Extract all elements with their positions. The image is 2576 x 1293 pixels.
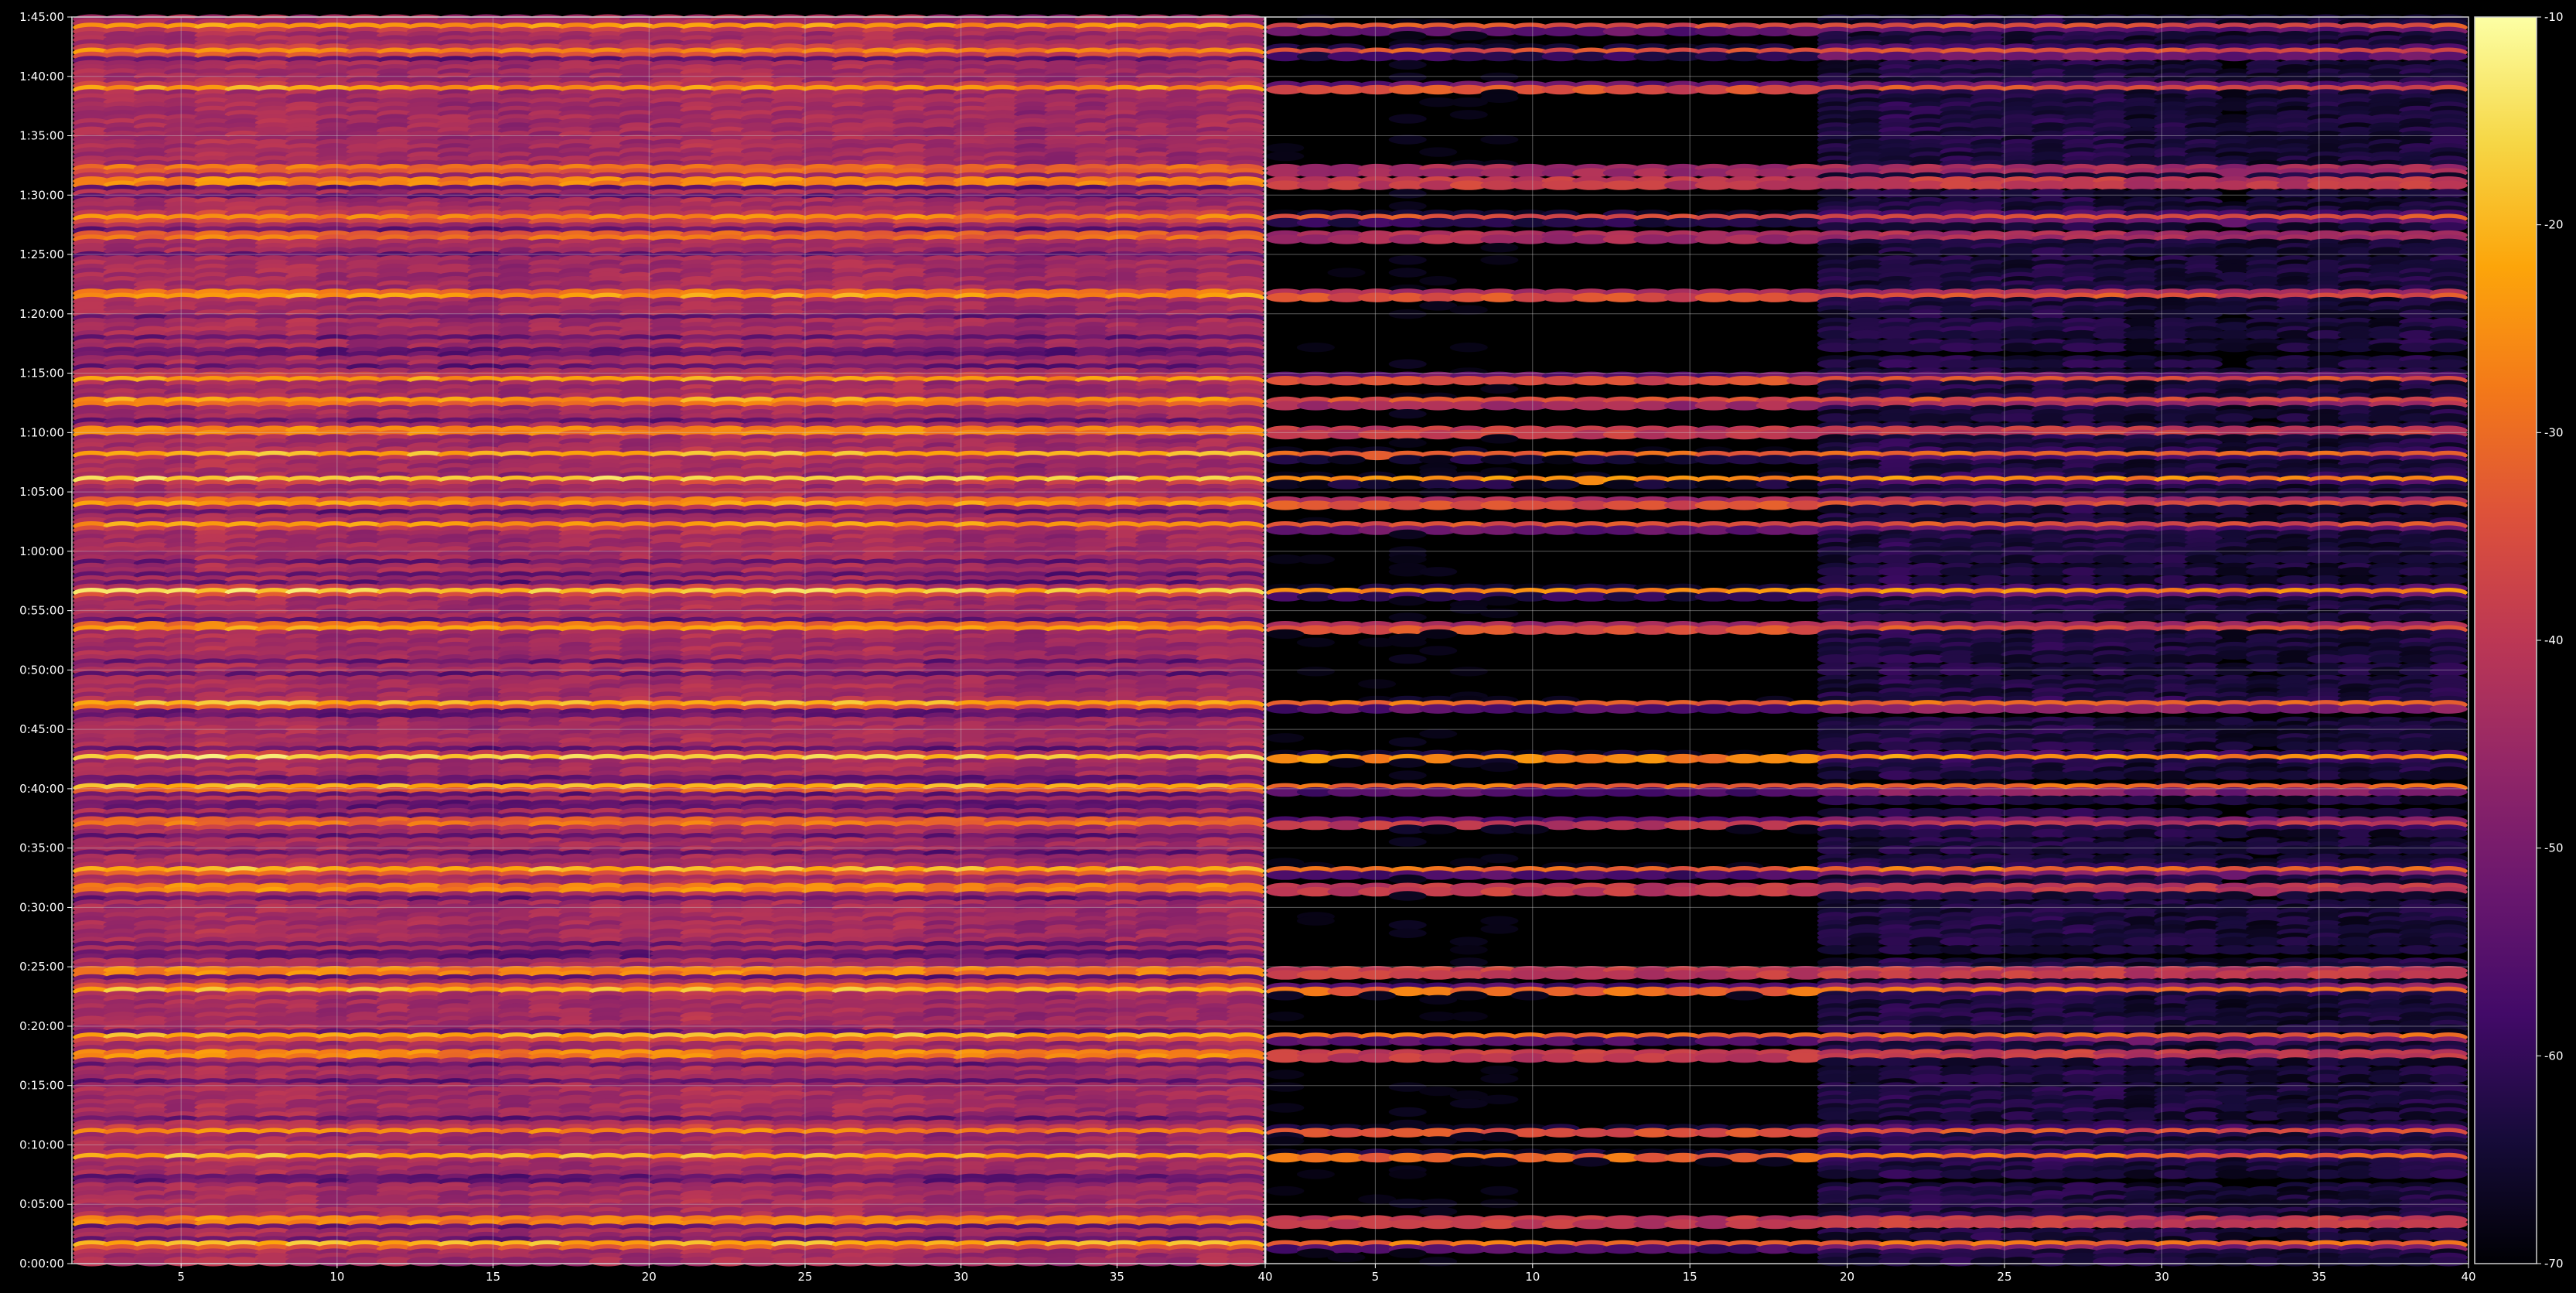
heatmap-panel-left (73, 14, 1264, 1267)
heatmap-figure: 0:00:000:05:000:10:000:15:000:20:000:25:… (0, 0, 2576, 1293)
